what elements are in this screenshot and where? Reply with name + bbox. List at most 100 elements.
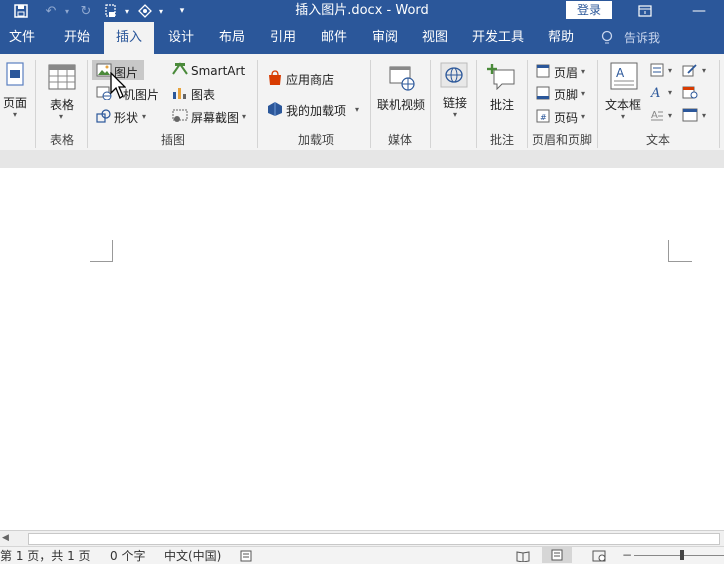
scroll-left-icon[interactable]: ◀: [2, 533, 9, 543]
zoom-out-icon[interactable]: −: [622, 548, 632, 562]
quick-parts-dropdown-icon[interactable]: ▾: [668, 66, 672, 75]
header-icon[interactable]: [536, 64, 550, 81]
screenshot-dropdown-icon[interactable]: ▾: [242, 112, 246, 121]
online-picture-label[interactable]: 机图片: [123, 86, 159, 103]
shapes-icon[interactable]: [96, 109, 112, 126]
zoom-slider-thumb[interactable]: [680, 550, 684, 560]
undo-dropdown-icon[interactable]: ▾: [62, 0, 72, 22]
zoom-slider[interactable]: [634, 555, 724, 556]
group-label-tables: 表格: [49, 133, 74, 147]
tab-review[interactable]: 审阅: [360, 22, 410, 54]
my-addins-icon[interactable]: [267, 101, 283, 120]
ribbon-display-options-icon[interactable]: [636, 0, 654, 22]
page-number-icon[interactable]: #: [536, 109, 550, 126]
page-number-label[interactable]: 页码: [554, 109, 578, 126]
comment-icon[interactable]: [486, 62, 516, 93]
store-label[interactable]: 应用商店: [286, 71, 334, 88]
smartart-icon[interactable]: [172, 62, 188, 79]
table-icon[interactable]: [48, 64, 76, 93]
footer-label[interactable]: 页脚: [554, 86, 578, 103]
pages-icon[interactable]: [6, 62, 24, 89]
smartart-label[interactable]: SmartArt: [191, 64, 245, 78]
wordart-icon[interactable]: A: [650, 85, 664, 102]
online-video-label[interactable]: 联机视频: [377, 96, 425, 113]
language-indicator[interactable]: 中文(中国): [164, 548, 221, 564]
link-icon[interactable]: [440, 62, 468, 91]
tab-home[interactable]: 开始: [52, 22, 102, 54]
pages-label[interactable]: 页面: [3, 94, 27, 111]
svg-text:A: A: [651, 110, 658, 121]
tab-view[interactable]: 视图: [410, 22, 460, 54]
ruler-band: [0, 150, 724, 169]
textbox-dropdown-icon[interactable]: ▾: [621, 112, 625, 121]
chart-label[interactable]: 图表: [191, 86, 215, 103]
margin-mark-right-vertical: [668, 240, 669, 262]
textbox-label[interactable]: 文本框: [605, 96, 641, 113]
touch-mode-icon[interactable]: [135, 0, 155, 22]
status-bar: 第 1 页，共 1 页 0 个字 中文(中国) −: [0, 546, 724, 564]
dropdown-icon[interactable]: ▾: [122, 0, 132, 22]
margin-mark-left-vertical: [112, 240, 113, 262]
shapes-dropdown-icon[interactable]: ▾: [142, 112, 146, 121]
tab-help[interactable]: 帮助: [536, 22, 586, 54]
my-addins-label[interactable]: 我的加载项: [286, 102, 346, 119]
print-preview-icon[interactable]: [102, 0, 120, 22]
table-button[interactable]: 表格: [50, 96, 74, 113]
screenshot-label[interactable]: 屏幕截图: [191, 109, 239, 126]
screenshot-icon[interactable]: [172, 109, 188, 126]
group-label-text: 文本: [645, 133, 670, 147]
group-label-addins: 加载项: [297, 133, 334, 147]
wordart-dropdown-icon[interactable]: ▾: [668, 88, 672, 97]
document-page[interactable]: [0, 168, 724, 530]
login-button[interactable]: 登录: [566, 1, 612, 19]
footer-dropdown-icon[interactable]: ▾: [581, 89, 585, 98]
header-dropdown-icon[interactable]: ▾: [581, 67, 585, 76]
signature-line-icon[interactable]: [682, 63, 698, 80]
tell-me-search[interactable]: 告诉我: [620, 22, 664, 54]
page-count[interactable]: 第 1 页，共 1 页: [0, 548, 91, 564]
tab-file[interactable]: 文件: [0, 22, 44, 54]
object-icon[interactable]: [682, 108, 698, 125]
my-addins-dropdown-icon[interactable]: ▾: [355, 105, 359, 114]
store-icon[interactable]: [267, 70, 283, 89]
margin-mark-right-horizontal: [668, 261, 692, 262]
print-layout-button[interactable]: [542, 547, 572, 563]
lightbulb-icon: [600, 30, 614, 49]
link-dropdown-icon[interactable]: ▾: [453, 110, 457, 119]
chart-icon[interactable]: [172, 86, 188, 103]
table-dropdown-icon[interactable]: ▾: [59, 112, 63, 121]
svg-text:A: A: [650, 86, 660, 99]
save-icon[interactable]: [10, 0, 32, 22]
footer-icon[interactable]: [536, 86, 550, 103]
pages-dropdown-icon[interactable]: ▾: [13, 110, 17, 119]
tab-mailings[interactable]: 邮件: [309, 22, 359, 54]
tab-references[interactable]: 引用: [258, 22, 308, 54]
textbox-icon[interactable]: A: [610, 62, 638, 93]
shapes-label[interactable]: 形状: [114, 109, 138, 126]
dropdown-icon[interactable]: ▾: [156, 0, 166, 22]
link-label[interactable]: 链接: [443, 94, 467, 111]
minimize-icon[interactable]: —: [690, 0, 708, 22]
tab-design[interactable]: 设计: [156, 22, 206, 54]
signature-dropdown-icon[interactable]: ▾: [702, 66, 706, 75]
horizontal-scrollbar[interactable]: ◀: [0, 530, 724, 546]
quick-parts-icon[interactable]: [650, 63, 664, 80]
page-number-dropdown-icon[interactable]: ▾: [581, 112, 585, 121]
margin-mark-left-horizontal: [90, 261, 113, 262]
online-video-icon[interactable]: [388, 64, 416, 95]
word-count[interactable]: 0 个字: [110, 548, 145, 564]
comment-button[interactable]: 批注: [490, 96, 514, 113]
tab-developer[interactable]: 开发工具: [466, 22, 530, 54]
undo-icon[interactable]: ↶: [42, 0, 60, 22]
drop-cap-icon[interactable]: A: [650, 108, 664, 125]
object-dropdown-icon[interactable]: ▾: [702, 111, 706, 120]
header-label[interactable]: 页眉: [554, 64, 578, 81]
tab-insert[interactable]: 插入: [104, 22, 154, 54]
redo-icon[interactable]: ↻: [77, 0, 95, 22]
date-time-icon[interactable]: [682, 85, 698, 102]
drop-cap-dropdown-icon[interactable]: ▾: [668, 111, 672, 120]
tab-layout[interactable]: 布局: [207, 22, 257, 54]
customize-toolbar-icon[interactable]: ▾: [176, 0, 188, 22]
scrollbar-thumb[interactable]: [28, 533, 720, 545]
mouse-cursor-icon: [110, 71, 127, 103]
